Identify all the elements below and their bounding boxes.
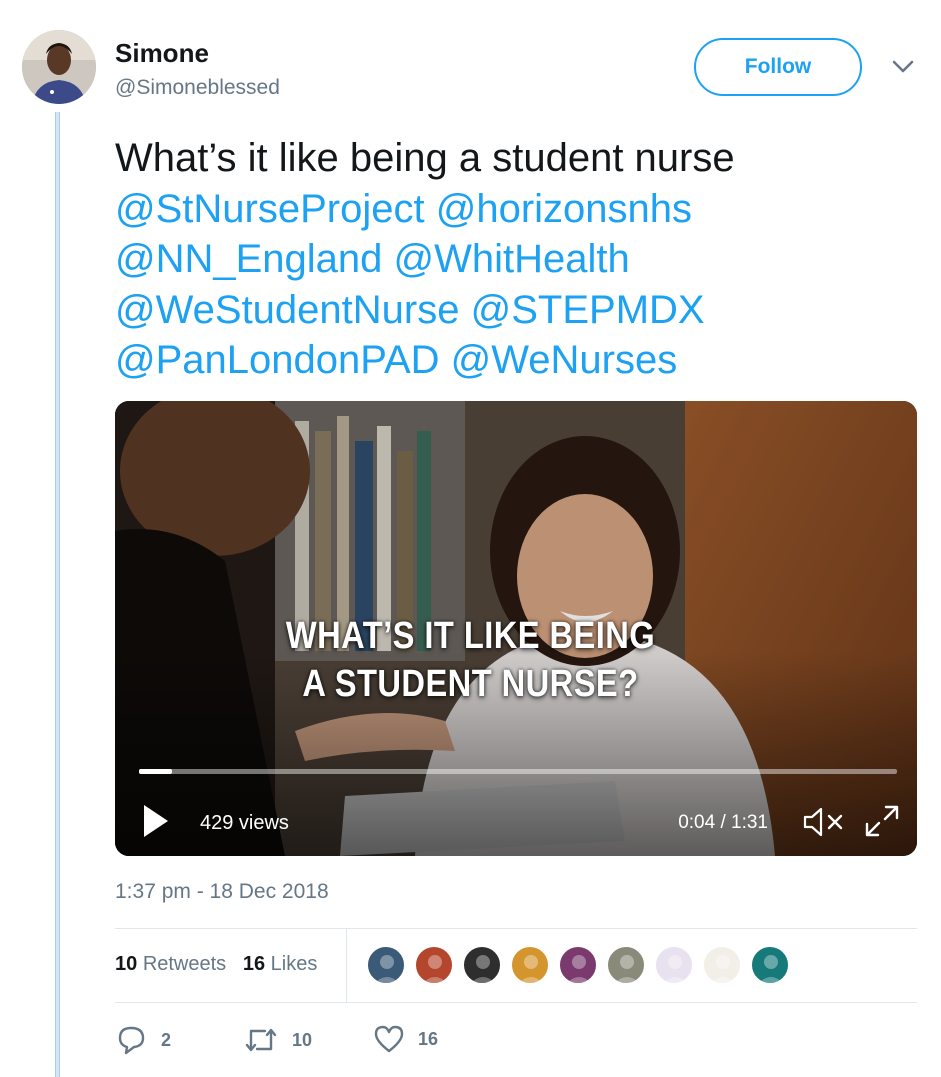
caption-line: WHAT’S IT LIKE BEING: [285, 615, 656, 657]
engagement-stats: 10 Retweets 16 Likes: [115, 953, 317, 976]
reply-count: 2: [161, 1029, 172, 1050]
tweet-lead-text: What’s it like being a student nurse: [115, 136, 735, 180]
liker-avatar[interactable]: [655, 946, 693, 984]
liker-avatar[interactable]: [511, 946, 549, 984]
retweet-action[interactable]: 10: [244, 1025, 312, 1055]
follow-button[interactable]: Follow: [694, 38, 862, 96]
mention-link[interactable]: @horizonsnhs: [436, 187, 692, 231]
video-progress-bar[interactable]: [139, 769, 897, 774]
like-action[interactable]: 16: [374, 1025, 438, 1053]
expand-icon[interactable]: [864, 804, 900, 843]
video-caption: WHAT’S IT LIKE BEING A STUDENT NURSE?: [66, 612, 875, 708]
caption-line: A STUDENT NURSE?: [302, 663, 639, 705]
retweets-count[interactable]: 10: [115, 953, 137, 975]
liker-avatar[interactable]: [367, 946, 405, 984]
liker-avatar[interactable]: [703, 946, 741, 984]
mention-link[interactable]: @StNurseProject: [115, 187, 425, 231]
liker-avatar[interactable]: [607, 946, 645, 984]
retweet-count: 10: [292, 1029, 313, 1050]
chevron-down-icon[interactable]: [892, 60, 914, 79]
view-count: 429 views: [200, 812, 289, 834]
reply-action[interactable]: 2: [117, 1025, 171, 1055]
muted-speaker-icon[interactable]: [802, 806, 846, 843]
reply-icon: [118, 1026, 145, 1055]
play-icon[interactable]: [142, 803, 170, 844]
retweet-icon: [245, 1028, 277, 1052]
liker-avatar[interactable]: [559, 946, 597, 984]
video-progress-fill: [139, 769, 172, 774]
tweet-timestamp[interactable]: 1:37 pm - 18 Dec 2018: [115, 880, 329, 904]
tweet-text: What’s it like being a student nurse @St…: [115, 133, 915, 386]
mention-link[interactable]: @WeStudentNurse: [115, 288, 459, 332]
mention-link[interactable]: @STEPMDX: [471, 288, 705, 332]
likers-avatars: [367, 946, 799, 984]
liker-avatar[interactable]: [415, 946, 453, 984]
liker-avatar[interactable]: [751, 946, 789, 984]
user-avatar[interactable]: [22, 30, 96, 104]
mention-link[interactable]: @WhitHealth: [394, 237, 630, 281]
video-time: 0:04 / 1:31: [678, 812, 768, 833]
mention-link[interactable]: @NN_England: [115, 237, 382, 281]
mention-link[interactable]: @PanLondonPAD: [115, 338, 440, 382]
likes-label[interactable]: Likes: [271, 953, 318, 975]
thread-line: [55, 112, 60, 1077]
like-count: 16: [418, 1028, 439, 1049]
mention-link[interactable]: @WeNurses: [451, 338, 678, 382]
author-name[interactable]: Simone: [115, 38, 209, 69]
divider: [115, 928, 917, 929]
likes-count[interactable]: 16: [243, 953, 265, 975]
divider: [115, 1002, 917, 1003]
liker-avatar[interactable]: [463, 946, 501, 984]
stats-separator: [346, 929, 347, 1002]
heart-icon: [374, 1025, 404, 1053]
retweets-label[interactable]: Retweets: [143, 953, 226, 975]
author-handle[interactable]: @Simoneblessed: [115, 76, 280, 100]
